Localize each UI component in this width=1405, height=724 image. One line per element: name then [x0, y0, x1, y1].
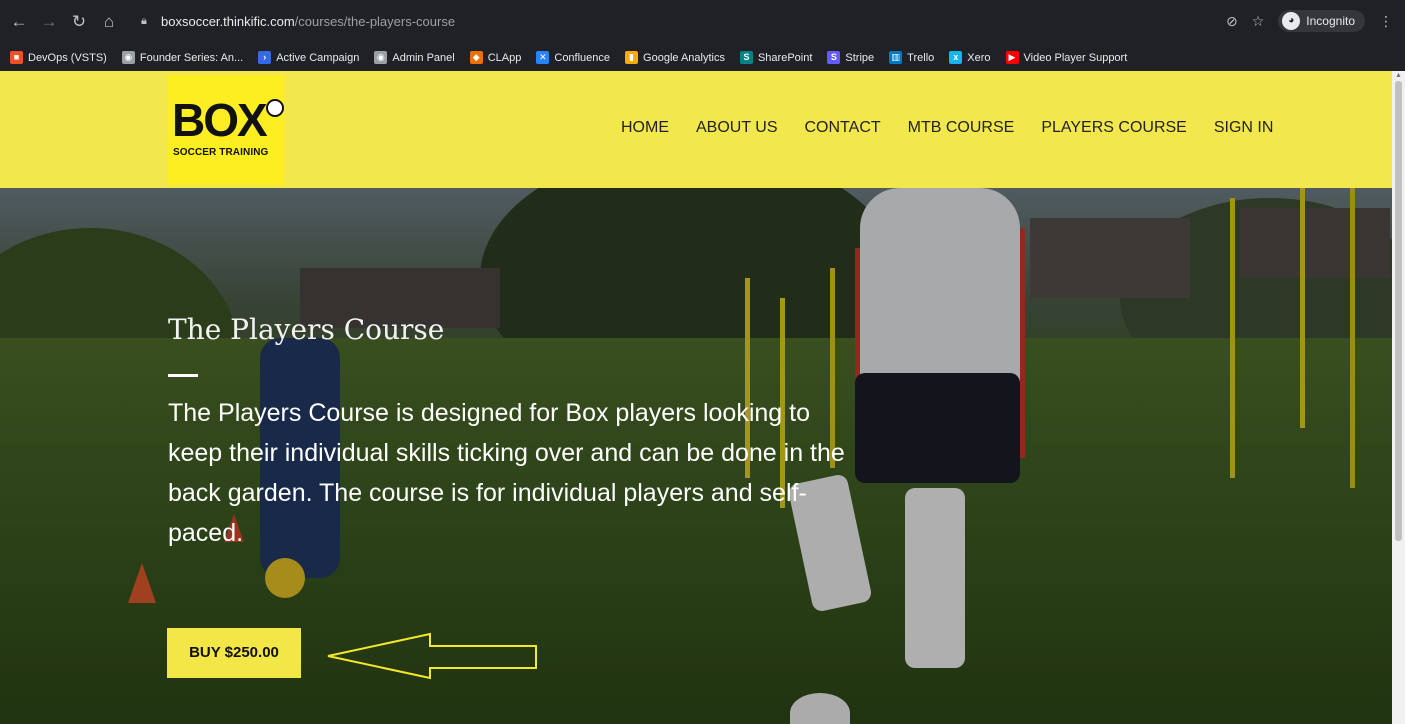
incognito-icon: ◕: [1282, 12, 1301, 30]
bookmark-label: Xero: [967, 51, 991, 64]
course-title: The Players Course: [168, 313, 445, 346]
globe-icon: ◉: [121, 51, 135, 64]
forward-arrow-icon[interactable]: →: [38, 11, 60, 33]
trello-icon: ▥: [889, 51, 903, 64]
buy-button[interactable]: BUY $250.00: [167, 628, 301, 678]
url-path: /courses/the-players-course: [294, 13, 456, 29]
globe-icon: ◉: [374, 51, 388, 64]
nav-sign-in[interactable]: SIGN IN: [1214, 119, 1274, 137]
bookmark-label: Active Campaign: [276, 51, 360, 64]
activecampaign-icon: ›: [258, 51, 272, 64]
logo-subtitle: SOCCER TRAINING: [173, 147, 269, 158]
menu-kebab-icon[interactable]: ⋮: [1379, 13, 1393, 30]
soccer-ball-icon: [266, 99, 284, 117]
scroll-up-icon[interactable]: ▲: [1395, 72, 1402, 79]
stripe-icon: S: [827, 51, 841, 64]
nav-home[interactable]: HOME: [621, 119, 669, 137]
bookmark-label: Confluence: [554, 51, 611, 64]
bookmarks-bar: ■ DevOps (VSTS) ◉ Founder Series: An... › Act…: [0, 44, 1405, 71]
incognito-badge[interactable]: ◕ Incognito: [1278, 10, 1365, 32]
site-header: BOX SOCCER TRAINING HOME ABOUT US CONTAC…: [0, 71, 1392, 188]
bookmark-item[interactable]: x Xero: [949, 51, 991, 64]
bookmark-item[interactable]: ▥ Trello: [889, 51, 934, 64]
analytics-icon: ▮: [625, 51, 639, 64]
windows-icon: ■: [10, 51, 23, 64]
confluence-icon: ✕: [536, 51, 550, 64]
bookmark-item[interactable]: ■ DevOps (VSTS): [10, 51, 107, 64]
bookmark-label: CLApp: [487, 51, 522, 64]
youtube-icon: ▶: [1005, 51, 1019, 64]
address-bar[interactable]: 🔒︎ boxsoccer.thinkific.com/courses/the-p…: [135, 9, 1285, 33]
page-scrollbar[interactable]: ▲: [1392, 71, 1405, 724]
star-icon[interactable]: ☆: [1252, 13, 1265, 30]
hero-banner: The Players Course The Players Course is…: [0, 188, 1392, 724]
bookmark-item[interactable]: › Active Campaign: [258, 51, 359, 64]
logo-text: BOX: [172, 94, 268, 146]
bookmark-label: Trello: [907, 51, 935, 64]
bookmark-item[interactable]: S Stripe: [827, 51, 874, 64]
scroll-thumb[interactable]: [1395, 81, 1402, 541]
browser-toolbar: ← → ↻ ⌂ 🔒︎ boxsoccer.thinkific.com/cours…: [0, 0, 1405, 44]
nav-about-us[interactable]: ABOUT US: [696, 119, 778, 137]
nav-players-course[interactable]: PLAYERS COURSE: [1041, 119, 1187, 137]
page-viewport: BOX SOCCER TRAINING HOME ABOUT US CONTAC…: [0, 71, 1392, 724]
bookmark-item[interactable]: ◆ CLApp: [469, 51, 522, 64]
nav-mtb-course[interactable]: MTB COURSE: [908, 119, 1015, 137]
nav-contact[interactable]: CONTACT: [805, 119, 881, 137]
bookmark-item[interactable]: ▶ Video Player Support: [1005, 51, 1128, 64]
bookmark-label: Founder Series: An...: [139, 51, 244, 64]
bookmark-label: Video Player Support: [1023, 51, 1128, 64]
lock-icon: 🔒︎: [141, 14, 147, 27]
main-nav: HOME ABOUT US CONTACT MTB COURSE PLAYERS…: [621, 119, 1273, 137]
sharepoint-icon: S: [739, 51, 753, 64]
bookmark-label: DevOps (VSTS): [28, 51, 107, 64]
bookmark-label: Stripe: [845, 51, 875, 64]
url-host: boxsoccer.thinkific.com: [161, 13, 295, 29]
back-arrow-icon[interactable]: ←: [8, 11, 30, 33]
title-divider: [168, 374, 198, 377]
bookmark-item[interactable]: ✕ Confluence: [536, 51, 610, 64]
incognito-label: Incognito: [1306, 14, 1355, 28]
xero-icon: x: [949, 51, 963, 64]
bookmark-label: SharePoint: [757, 51, 813, 64]
bookmark-item[interactable]: ▮ Google Analytics: [625, 51, 725, 64]
bookmark-item[interactable]: S SharePoint: [739, 51, 813, 64]
bookmark-label: Google Analytics: [643, 51, 725, 64]
box-logo[interactable]: BOX SOCCER TRAINING: [168, 75, 284, 185]
bookmark-item[interactable]: ◉ Admin Panel: [374, 51, 455, 64]
course-description: The Players Course is designed for Box p…: [168, 399, 845, 547]
annotation-arrow-icon: [327, 632, 537, 680]
bookmark-item[interactable]: ◉ Founder Series: An...: [121, 51, 244, 64]
eye-off-icon[interactable]: ⊘: [1226, 13, 1238, 30]
bookmark-label: Admin Panel: [392, 51, 455, 64]
clapp-icon: ◆: [469, 51, 483, 64]
reload-icon[interactable]: ↻: [68, 11, 90, 33]
home-icon[interactable]: ⌂: [98, 11, 120, 33]
